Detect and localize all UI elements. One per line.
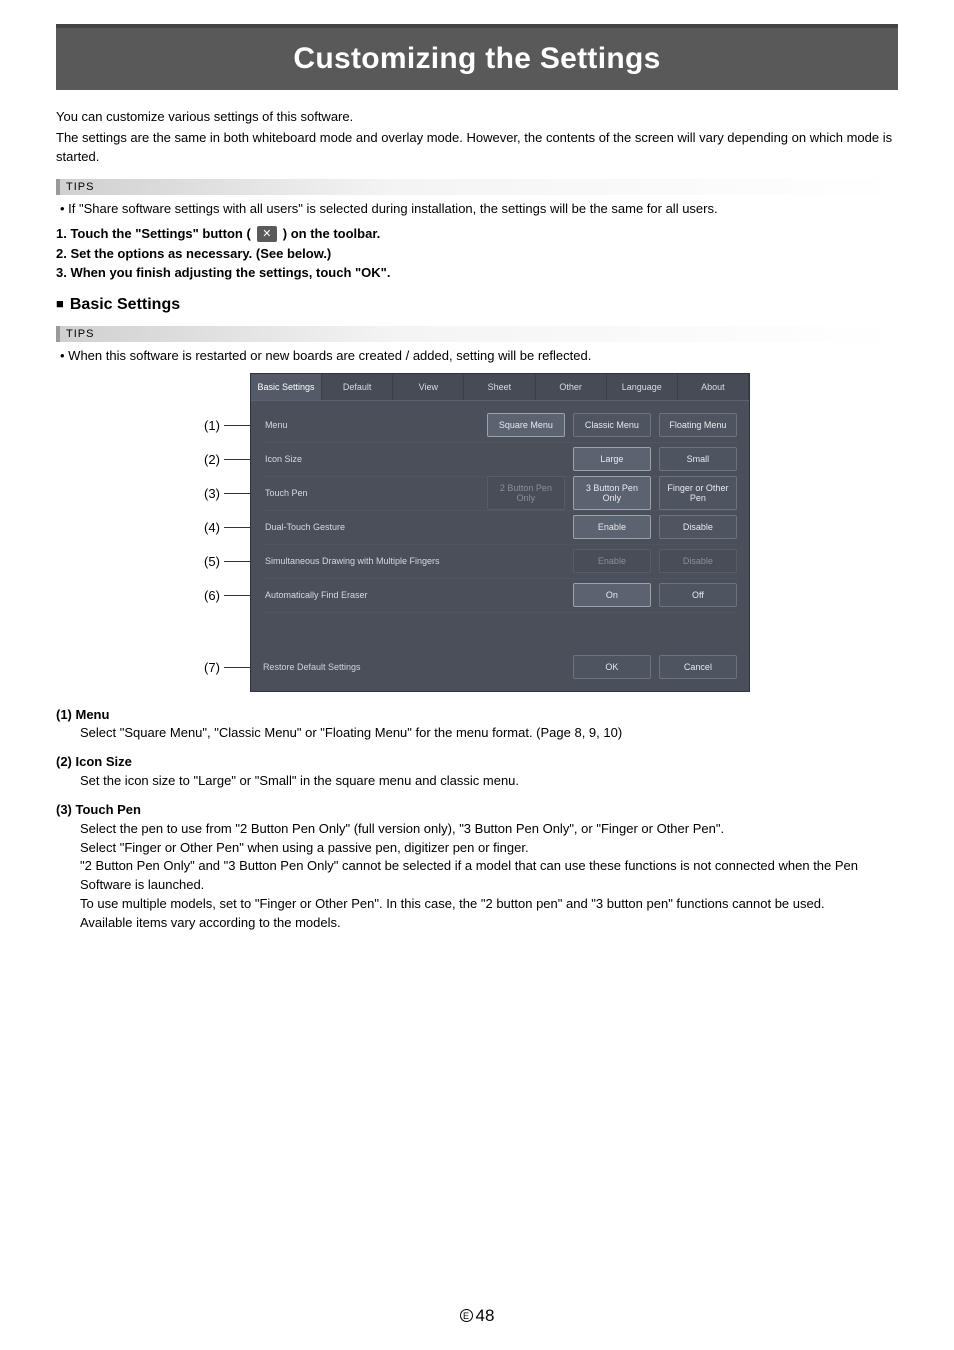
callout-2: (2): [204, 452, 220, 467]
row-icon-size: Icon Size Large Small: [263, 443, 737, 477]
intro-paragraph-1: You can customize various settings of th…: [56, 108, 898, 127]
opt-finger-other-pen[interactable]: Finger or Other Pen: [659, 476, 737, 510]
step-1-text-a: 1. Touch the "Settings" button (: [56, 226, 251, 241]
desc-3-body-2: Select "Finger or Other Pen" when using …: [56, 839, 898, 858]
callout-6: (6): [204, 588, 220, 603]
opt-eraser-off[interactable]: Off: [659, 583, 737, 607]
intro-paragraph-2: The settings are the same in both whiteb…: [56, 129, 898, 167]
page-title: Customizing the Settings: [56, 24, 898, 90]
settings-tabs: Basic Settings Default View Sheet Other …: [251, 374, 749, 401]
page-number: E48: [0, 1306, 954, 1326]
dialog-footer: Restore Default Settings OK Cancel: [251, 645, 749, 691]
tab-view[interactable]: View: [393, 374, 464, 400]
opt-classic-menu[interactable]: Classic Menu: [573, 413, 651, 437]
opt-gesture-disable[interactable]: Disable: [659, 515, 737, 539]
desc-2-heading: (2) Icon Size: [56, 753, 898, 772]
row-auto-find-eraser-label: Automatically Find Eraser: [263, 590, 573, 600]
step-3: 3. When you finish adjusting the setting…: [56, 265, 898, 280]
step-1-text-b: ) on the toolbar.: [283, 226, 381, 241]
row-auto-find-eraser: Automatically Find Eraser On Off: [263, 579, 737, 613]
tips-heading-1: TIPS: [56, 179, 898, 195]
tab-default[interactable]: Default: [322, 374, 393, 400]
basic-settings-heading: ■Basic Settings: [56, 296, 898, 314]
opt-icon-small[interactable]: Small: [659, 447, 737, 471]
settings-dialog: Basic Settings Default View Sheet Other …: [250, 373, 750, 692]
row-multi-finger-drawing-label: Simultaneous Drawing with Multiple Finge…: [263, 556, 573, 566]
tips-heading-2: TIPS: [56, 326, 898, 342]
desc-3-body-3: "2 Button Pen Only" and "3 Button Pen On…: [56, 857, 898, 895]
opt-3-button-pen[interactable]: 3 Button Pen Only: [573, 476, 651, 510]
desc-2-body: Set the icon size to "Large" or "Small" …: [56, 772, 898, 791]
callout-1: (1): [204, 418, 220, 433]
step-2: 2. Set the options as necessary. (See be…: [56, 246, 898, 261]
opt-icon-large[interactable]: Large: [573, 447, 651, 471]
callout-3: (3): [204, 486, 220, 501]
desc-3-heading: (3) Touch Pen: [56, 801, 898, 820]
desc-1-body: Select "Square Menu", "Classic Menu" or …: [56, 724, 898, 743]
tips-bullet-2: When this software is restarted or new b…: [56, 348, 898, 363]
opt-multi-disable[interactable]: Disable: [659, 549, 737, 573]
tips-bullet-1: If "Share software settings with all use…: [56, 201, 898, 216]
row-multi-finger-drawing: Simultaneous Drawing with Multiple Finge…: [263, 545, 737, 579]
page-number-e-icon: E: [460, 1309, 473, 1322]
ok-button[interactable]: OK: [573, 655, 651, 679]
step-1: 1. Touch the "Settings" button ( ✕ ) on …: [56, 226, 898, 242]
desc-3-body-1: Select the pen to use from "2 Button Pen…: [56, 820, 898, 839]
tab-other[interactable]: Other: [536, 374, 607, 400]
tab-about[interactable]: About: [678, 374, 749, 400]
settings-icon: ✕: [257, 226, 277, 242]
opt-2-button-pen[interactable]: 2 Button Pen Only: [487, 476, 565, 510]
row-menu-label: Menu: [263, 420, 487, 430]
tab-sheet[interactable]: Sheet: [464, 374, 535, 400]
opt-floating-menu[interactable]: Floating Menu: [659, 413, 737, 437]
row-dual-touch-gesture: Dual-Touch Gesture Enable Disable: [263, 511, 737, 545]
restore-default-settings-button[interactable]: Restore Default Settings: [263, 662, 565, 672]
basic-settings-heading-text: Basic Settings: [70, 296, 180, 313]
row-icon-size-label: Icon Size: [263, 454, 573, 464]
row-touch-pen: Touch Pen 2 Button Pen Only 3 Button Pen…: [263, 477, 737, 511]
opt-gesture-enable[interactable]: Enable: [573, 515, 651, 539]
page-number-value: 48: [476, 1306, 495, 1325]
opt-multi-enable[interactable]: Enable: [573, 549, 651, 573]
callout-4: (4): [204, 520, 220, 535]
opt-eraser-on[interactable]: On: [573, 583, 651, 607]
cancel-button[interactable]: Cancel: [659, 655, 737, 679]
row-touch-pen-label: Touch Pen: [263, 488, 487, 498]
callout-7: (7): [204, 660, 220, 675]
desc-1-heading: (1) Menu: [56, 706, 898, 725]
desc-3-body-5: Available items vary according to the mo…: [56, 914, 898, 933]
opt-square-menu[interactable]: Square Menu: [487, 413, 565, 437]
callout-5: (5): [204, 554, 220, 569]
row-dual-touch-gesture-label: Dual-Touch Gesture: [263, 522, 573, 532]
desc-3-body-4: To use multiple models, set to "Finger o…: [56, 895, 898, 914]
tab-basic-settings[interactable]: Basic Settings: [251, 374, 322, 400]
tab-language[interactable]: Language: [607, 374, 678, 400]
callout-column: (1) (2) (3) (4) (5) (6) (7): [204, 373, 250, 692]
row-menu: Menu Square Menu Classic Menu Floating M…: [263, 409, 737, 443]
